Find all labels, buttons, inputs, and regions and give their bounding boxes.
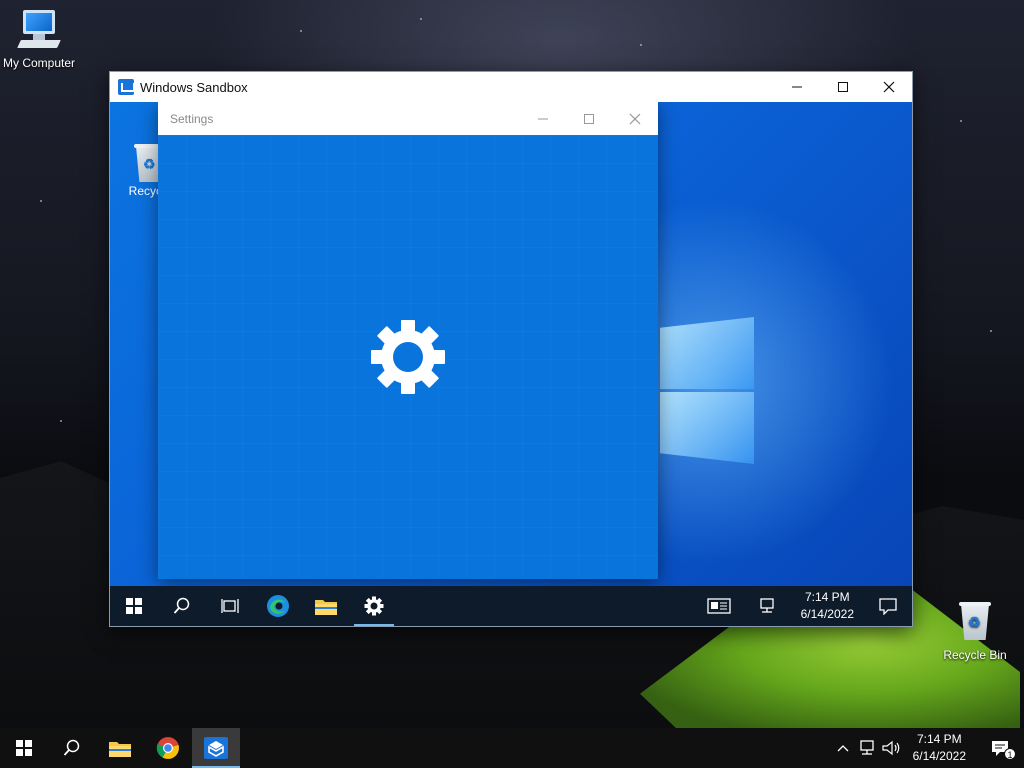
sandbox-clock[interactable]: 7:14 PM 6/14/2022	[791, 589, 864, 623]
wallpaper-star	[640, 44, 642, 46]
task-view-button[interactable]	[206, 586, 254, 626]
computer-icon	[17, 8, 61, 52]
settings-titlebar[interactable]: Settings	[158, 102, 658, 135]
sandbox-desktop: ♻ Recycle Settings	[110, 102, 912, 586]
clock-time: 7:14 PM	[916, 732, 962, 746]
network-icon	[759, 598, 774, 613]
volume-button[interactable]	[879, 728, 903, 768]
sandbox-app-icon	[118, 79, 135, 95]
host-taskbar: 7:14 PM 6/14/2022 1	[0, 728, 1024, 768]
maximize-icon	[584, 113, 594, 124]
close-button[interactable]	[866, 72, 912, 102]
gear-icon	[364, 596, 384, 616]
sandbox-app-icon	[204, 737, 228, 759]
sandbox-window: Windows Sandbox ♻ Recycle Settings 7:14 …	[109, 71, 913, 627]
start-button[interactable]	[110, 586, 158, 626]
clock-time: 7:14 PM	[804, 590, 850, 604]
windows-logo-wallpaper	[660, 392, 754, 464]
edge-browser-icon	[267, 595, 289, 617]
wallpaper-star	[990, 330, 992, 332]
wallpaper-star	[40, 200, 42, 202]
wallpaper-star	[420, 18, 422, 20]
taskbar-file-explorer[interactable]	[302, 586, 350, 626]
wallpaper-star	[300, 30, 302, 32]
settings-maximize-button[interactable]	[566, 102, 612, 135]
clock-date: 6/14/2022	[912, 749, 966, 763]
close-icon	[629, 113, 641, 124]
notification-icon	[879, 598, 897, 615]
notification-count-badge: 1	[1004, 748, 1016, 760]
close-icon	[883, 81, 895, 93]
show-hidden-icons-button[interactable]	[831, 728, 855, 768]
gear-icon	[371, 320, 445, 394]
desktop-icon-label: Recycle Bin	[943, 648, 1007, 662]
taskbar-file-explorer[interactable]	[96, 728, 144, 768]
news-icon	[706, 598, 731, 614]
wallpaper-star	[60, 420, 62, 422]
maximize-icon	[838, 82, 848, 92]
folder-icon	[315, 600, 337, 615]
speaker-icon	[882, 740, 899, 756]
sandbox-titlebar[interactable]: Windows Sandbox	[110, 72, 912, 102]
folder-icon	[109, 742, 131, 757]
taskbar-chrome[interactable]	[144, 728, 192, 768]
minimize-icon	[792, 86, 802, 88]
search-button[interactable]	[48, 728, 96, 768]
task-view-icon	[221, 599, 239, 613]
taskbar-edge[interactable]	[254, 586, 302, 626]
desktop-icon-recycle-bin[interactable]: ♻ Recycle Bin	[936, 600, 1014, 662]
taskbar-windows-sandbox[interactable]	[192, 728, 240, 768]
start-button[interactable]	[0, 728, 48, 768]
settings-minimize-button[interactable]	[520, 102, 566, 135]
sandbox-window-title: Windows Sandbox	[140, 79, 248, 95]
settings-close-button[interactable]	[612, 102, 658, 135]
taskbar-settings[interactable]	[350, 586, 398, 626]
sandbox-taskbar: 7:14 PM 6/14/2022	[110, 586, 912, 626]
network-button[interactable]	[743, 586, 791, 626]
network-button[interactable]	[855, 728, 879, 768]
search-icon	[63, 739, 80, 756]
settings-window-title: Settings	[170, 111, 214, 126]
windows-start-icon	[126, 598, 142, 614]
desktop-icon-label: My Computer	[2, 56, 76, 70]
recycle-bin-icon: ♻	[953, 600, 997, 644]
windows-start-icon	[16, 740, 32, 756]
clock-date: 6/14/2022	[800, 607, 854, 621]
search-button[interactable]	[158, 586, 206, 626]
minimize-button[interactable]	[774, 72, 820, 102]
chevron-up-icon	[837, 745, 849, 752]
settings-window: Settings	[158, 102, 658, 579]
action-center-button[interactable]	[864, 586, 912, 626]
host-clock[interactable]: 7:14 PM 6/14/2022	[903, 731, 976, 765]
wallpaper-star	[960, 120, 962, 122]
news-widget-button[interactable]	[695, 586, 743, 626]
maximize-button[interactable]	[820, 72, 866, 102]
search-icon	[173, 597, 190, 614]
settings-splash	[158, 135, 658, 579]
chrome-browser-icon	[156, 737, 179, 759]
network-icon	[859, 740, 874, 755]
minimize-icon	[538, 118, 548, 119]
action-center-button[interactable]: 1	[976, 728, 1024, 768]
desktop-icon-my-computer[interactable]: My Computer	[0, 8, 78, 70]
windows-logo-wallpaper	[660, 317, 754, 389]
